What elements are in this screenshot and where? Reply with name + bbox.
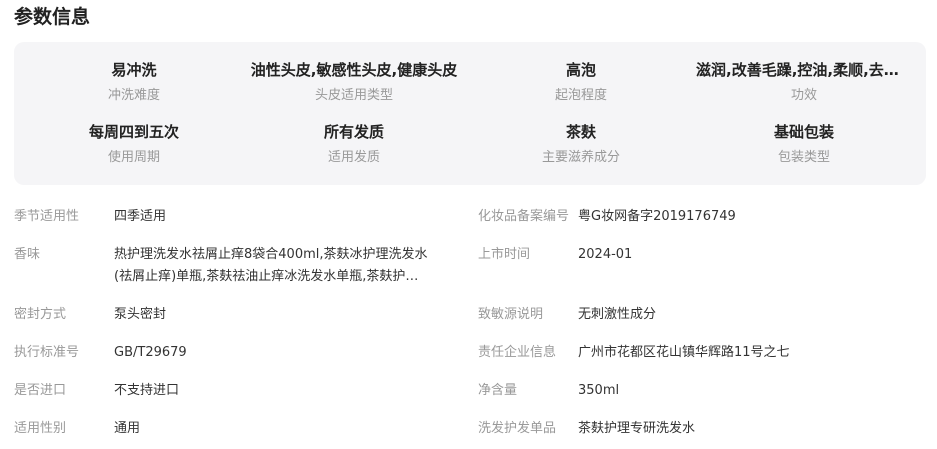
- param-label: 洗发护发单品: [478, 421, 557, 436]
- param-row-launch: 上市时间 2024-01: [478, 244, 632, 266]
- param-row-import: 是否进口 不支持进口: [14, 380, 179, 402]
- param-label: 密封方式: [14, 307, 67, 322]
- param-value: 粤G妆网备字2019176749: [578, 209, 736, 224]
- param-value: GB/T29679: [114, 345, 187, 360]
- param-row-company: 责任企业信息 广州市花都区花山镇华辉路11号之七: [478, 342, 790, 364]
- param-row-allergen: 致敏源说明 无刺激性成分: [478, 304, 656, 326]
- param-label: 净含量: [478, 383, 518, 398]
- param-row-net-content: 净含量 350ml: [478, 380, 619, 402]
- param-label: 上市时间: [478, 247, 531, 262]
- param-label: 致敏源说明: [478, 307, 544, 322]
- param-label: 香味: [14, 247, 41, 262]
- param-row-product: 洗发护发单品 茶麸护理专研洗发水: [478, 418, 695, 440]
- param-value: 茶麸护理专研洗发水: [578, 421, 696, 436]
- param-row-season: 季节适用性 四季适用: [14, 206, 166, 228]
- param-value: 350ml: [578, 383, 620, 398]
- param-row-filing: 化妆品备案编号 粤G妆网备字2019176749: [478, 206, 736, 228]
- param-row-seal: 密封方式 泵头密封: [14, 304, 166, 326]
- param-row-gender: 适用性别 通用: [14, 418, 140, 440]
- param-value: 四季适用: [114, 209, 167, 224]
- param-label: 适用性别: [14, 421, 67, 436]
- param-row-scent: 香味 热护理洗发水祛屑止痒8袋合400ml,茶麸冰护理洗发水(祛屑止痒)单瓶,茶…: [14, 244, 430, 288]
- param-list: 季节适用性 四季适用 香味 热护理洗发水祛屑止痒8袋合400ml,茶麸冰护理洗发…: [0, 0, 937, 449]
- param-label: 季节适用性: [14, 209, 80, 224]
- param-label: 化妆品备案编号: [478, 209, 570, 224]
- param-value: 广州市花都区花山镇华辉路11号之七: [578, 345, 790, 360]
- param-label: 执行标准号: [14, 345, 80, 360]
- param-value: 无刺激性成分: [578, 307, 657, 322]
- param-label: 责任企业信息: [478, 345, 557, 360]
- param-value: 泵头密封: [114, 307, 167, 322]
- param-label: 是否进口: [14, 383, 67, 398]
- param-value: 2024-01: [578, 247, 633, 262]
- param-value: 热护理洗发水祛屑止痒8袋合400ml,茶麸冰护理洗发水(祛屑止痒)单瓶,茶麸祛油…: [114, 247, 428, 284]
- param-value: 不支持进口: [114, 383, 180, 398]
- param-value: 通用: [114, 421, 141, 436]
- param-row-standard: 执行标准号 GB/T29679: [14, 342, 187, 364]
